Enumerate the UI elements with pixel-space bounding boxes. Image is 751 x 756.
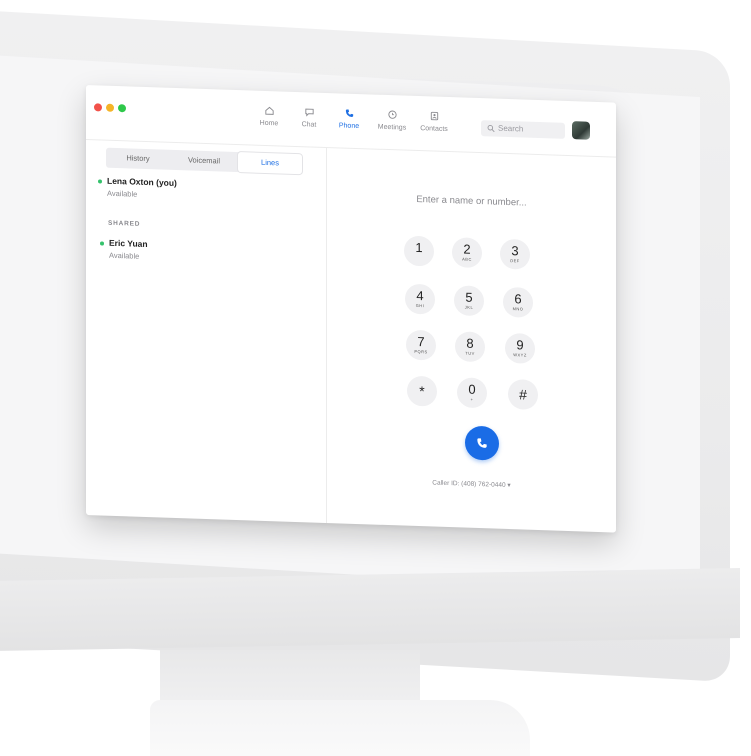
tab-lines[interactable]: Lines	[238, 152, 302, 175]
search-placeholder: Search	[498, 123, 524, 134]
key-letters: JKL	[464, 304, 474, 310]
key-5[interactable]: 5 JKL	[454, 285, 484, 317]
lines-panel: History Voicemail Lines Lena Oxton (you)…	[86, 139, 327, 523]
key-digit: 4	[416, 287, 424, 304]
key-2[interactable]: 2 ABC	[452, 237, 482, 269]
key-letters: ABC	[462, 256, 472, 262]
dialer-panel: Enter a name or number... 1 2 ABC 3 DEF 4G…	[327, 147, 616, 533]
key-digit: 9	[516, 337, 524, 353]
key-digit: 2	[463, 241, 471, 257]
key-star[interactable]: *	[407, 375, 437, 407]
key-digit: #	[519, 386, 527, 403]
contacts-icon	[409, 110, 459, 124]
phone-tabs: History Voicemail Lines	[106, 147, 302, 175]
key-7[interactable]: 7 PQRS	[406, 329, 436, 361]
nav-tab-contacts[interactable]: Contacts	[409, 110, 459, 134]
key-letters: +	[470, 396, 474, 402]
monitor-chin	[0, 568, 740, 652]
caller-id-selector[interactable]: Caller ID: (408) 762-0440 ▾	[327, 475, 616, 493]
key-0[interactable]: 0 +	[457, 377, 487, 409]
user-avatar[interactable]	[572, 121, 590, 140]
nav-tab-label: Meetings	[377, 123, 407, 132]
nav-tab-label: Chat	[301, 121, 317, 129]
nav-tab-label: Contacts	[420, 125, 448, 134]
zoom-window-button[interactable]	[118, 104, 126, 113]
key-letters: WXYZ	[513, 352, 527, 358]
search-icon	[487, 124, 495, 133]
phone-icon	[477, 438, 487, 448]
key-digit: 7	[417, 333, 425, 350]
key-6[interactable]: 6 MNO	[503, 286, 533, 318]
call-button[interactable]	[465, 425, 499, 461]
key-letters: GHI	[415, 302, 425, 309]
desktop-scene: Home Chat Phone Meetings Contacts Search…	[0, 0, 751, 756]
key-letters: TUV	[465, 350, 475, 356]
key-digit: 0	[468, 381, 476, 397]
key-digit: 5	[465, 289, 473, 305]
number-input[interactable]: Enter a name or number...	[327, 191, 616, 212]
key-digit: 8	[466, 335, 474, 351]
close-window-button[interactable]	[94, 103, 102, 112]
tab-history[interactable]: History	[106, 148, 170, 170]
presence-indicator	[100, 241, 104, 246]
nav-tab-label: Phone	[338, 122, 360, 131]
key-4[interactable]: 4 GHI	[405, 283, 435, 315]
key-8[interactable]: 8 TUV	[455, 331, 485, 363]
key-digit: 3	[511, 243, 519, 259]
minimize-window-button[interactable]	[106, 103, 114, 112]
key-letters: MNO	[512, 306, 524, 312]
line-status: Available	[107, 188, 138, 199]
key-digit: *	[419, 383, 425, 400]
presence-indicator	[98, 179, 102, 184]
key-9[interactable]: 9 WXYZ	[505, 332, 535, 364]
key-digit: 6	[514, 291, 522, 307]
key-letters: PQRS	[414, 348, 428, 355]
key-letters: DEF	[510, 258, 520, 264]
tab-voicemail[interactable]: Voicemail	[172, 150, 236, 172]
phone-app-window: Home Chat Phone Meetings Contacts Search…	[86, 85, 616, 533]
key-3[interactable]: 3 DEF	[500, 238, 530, 270]
line-status: Available	[109, 250, 140, 261]
line-name: Lena Oxton (you)	[107, 175, 177, 189]
nav-tab-label: Home	[259, 119, 279, 128]
search-input[interactable]: Search	[481, 120, 565, 139]
key-digit: 1	[415, 239, 423, 256]
key-1[interactable]: 1	[404, 235, 434, 267]
key-hash[interactable]: #	[508, 378, 538, 410]
line-name: Eric Yuan	[109, 237, 148, 250]
monitor-stand-base	[150, 700, 530, 756]
shared-section-label: SHARED	[108, 219, 141, 228]
